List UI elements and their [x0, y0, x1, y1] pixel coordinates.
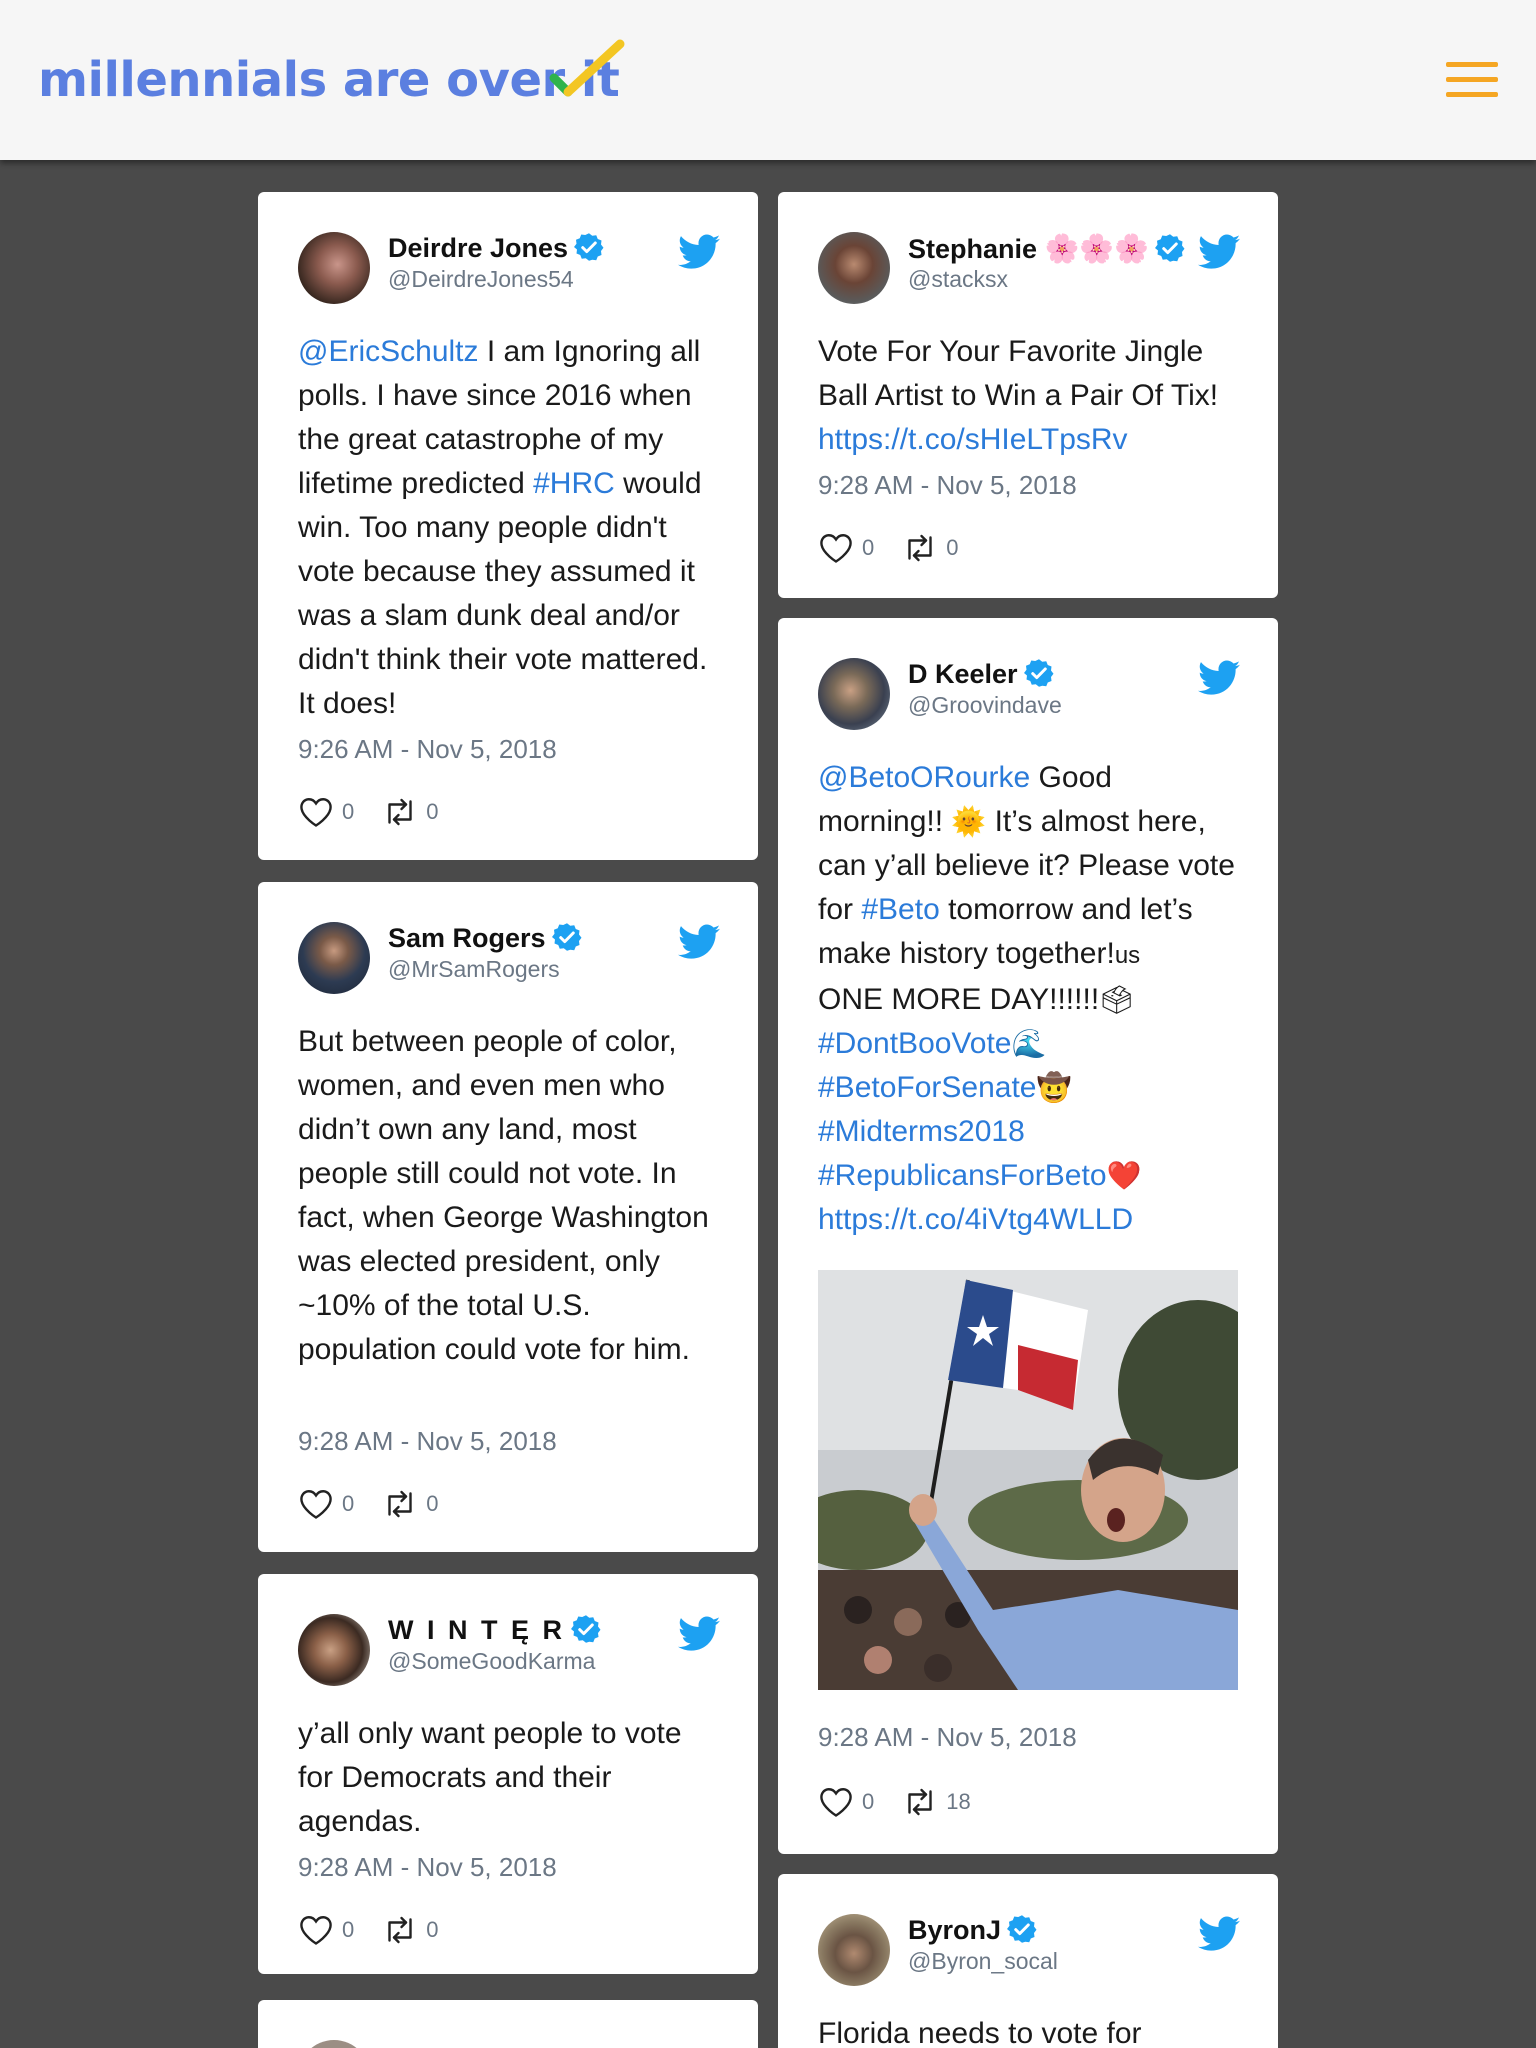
author-handle[interactable]: @MrSamRogers — [388, 956, 560, 983]
sun-emoji: 🌞 — [951, 805, 987, 838]
avatar[interactable] — [298, 232, 370, 304]
twitter-bird-icon[interactable] — [1198, 660, 1240, 696]
verified-icon — [571, 1614, 601, 1644]
flower-emoji: 🌸🌸🌸 — [1044, 232, 1150, 265]
tweet-text: Vote For Your Favorite Jingle Ball Artis… — [818, 335, 1219, 456]
cowboy-emoji: 🤠 — [1036, 1071, 1072, 1104]
retweet-icon — [902, 530, 938, 566]
like-button[interactable]: 0 — [818, 1784, 874, 1820]
hashtag-link[interactable]: #RepublicansForBeto — [818, 1159, 1107, 1192]
heart-icon — [298, 1486, 334, 1522]
url-link[interactable]: https://t.co/sHIeLTpsRv — [818, 423, 1128, 456]
verified-icon — [552, 922, 582, 952]
twitter-bird-icon[interactable] — [1198, 1916, 1240, 1952]
author-handle[interactable]: @Groovindave — [908, 692, 1062, 719]
tweet-text: y’all only want people to vote for Democ… — [298, 1717, 682, 1838]
rally-photo — [818, 1270, 1238, 1690]
tweet-timestamp[interactable]: 9:26 AM - Nov 5, 2018 — [298, 734, 557, 765]
author-handle[interactable]: @stacksx — [908, 266, 1008, 293]
verified-icon — [574, 232, 604, 262]
tweet-text: But between people of color, women, and … — [298, 1025, 709, 1366]
retweet-icon — [382, 794, 418, 830]
avatar[interactable] — [298, 1614, 370, 1686]
top-bar: millennials are over it — [0, 0, 1536, 160]
tweet-actions: 0 0 — [298, 1486, 467, 1522]
tweet-timestamp[interactable]: 9:28 AM - Nov 5, 2018 — [298, 1426, 557, 1457]
avatar[interactable] — [818, 1914, 890, 1986]
like-button[interactable]: 0 — [818, 530, 874, 566]
retweet-button[interactable]: 0 — [382, 794, 439, 830]
tweet-text: @BetoORourke Good morning!! 🌞 It’s almos… — [818, 761, 1235, 1236]
retweet-button[interactable]: 0 — [382, 1486, 439, 1522]
retweet-icon — [382, 1912, 418, 1948]
like-button[interactable]: 0 — [298, 794, 354, 830]
heart-icon — [298, 1912, 334, 1948]
verified-icon — [1155, 233, 1185, 263]
tweet-card — [258, 2000, 758, 2048]
retweet-icon — [382, 1486, 418, 1522]
us-flag-emoji: us — [1114, 942, 1141, 969]
heart-icon — [818, 530, 854, 566]
author-handle[interactable]: @SomeGoodKarma — [388, 1648, 595, 1675]
retweet-button[interactable]: 0 — [902, 530, 959, 566]
retweet-icon — [902, 1784, 938, 1820]
twitter-bird-icon[interactable] — [678, 924, 720, 960]
author-name[interactable]: Deirdre Jones — [388, 232, 604, 264]
tweet-timestamp[interactable]: 9:28 AM - Nov 5, 2018 — [818, 470, 1077, 501]
tweet-card: D Keeler @Groovindave @BetoORourke Good … — [778, 618, 1278, 1854]
avatar[interactable] — [298, 2040, 370, 2048]
author-handle[interactable]: @DeirdreJones54 — [388, 266, 574, 293]
tweet-card: Stephanie 🌸🌸🌸 @stacksx Vote For Your Fav… — [778, 192, 1278, 598]
avatar[interactable] — [818, 658, 890, 730]
like-button[interactable]: 0 — [298, 1486, 354, 1522]
tweet-actions: 0 0 — [298, 1912, 467, 1948]
author-name[interactable]: Sam Rogers — [388, 922, 582, 954]
tweet-timestamp[interactable]: 9:28 AM - Nov 5, 2018 — [298, 1852, 557, 1883]
author-name[interactable]: ByronJ — [908, 1914, 1037, 1946]
tweet-card: Deirdre Jones @DeirdreJones54 @EricSchul… — [258, 192, 758, 860]
twitter-bird-icon[interactable] — [678, 234, 720, 270]
mention-link[interactable]: @BetoORourke — [818, 761, 1030, 794]
hashtag-link[interactable]: #HRC — [533, 467, 615, 500]
ballot-box-emoji: 🗳 — [1099, 983, 1135, 1016]
avatar[interactable] — [818, 232, 890, 304]
twitter-bird-icon[interactable] — [678, 1616, 720, 1652]
tweet-photo[interactable] — [818, 1270, 1238, 1690]
hashtag-link[interactable]: #Midterms2018 — [818, 1115, 1025, 1148]
author-name[interactable]: D Keeler — [908, 658, 1054, 690]
author-handle[interactable]: @Byron_socal — [908, 1948, 1058, 1975]
tweet-card: W I N T Ę R @SomeGoodKarma y’all only wa… — [258, 1574, 758, 1974]
retweet-button[interactable]: 18 — [902, 1784, 971, 1820]
tweet-actions: 0 0 — [818, 530, 987, 566]
hashtag-link[interactable]: #Beto — [861, 893, 939, 926]
twitter-bird-icon[interactable] — [1198, 234, 1240, 270]
tweet-text: Florida needs to vote for — [818, 2017, 1142, 2048]
tweet-timestamp[interactable]: 9:28 AM - Nov 5, 2018 — [818, 1722, 1077, 1753]
author-name[interactable]: Stephanie 🌸🌸🌸 — [908, 232, 1185, 265]
tweet-text: @EricSchultz I am Ignoring all polls. I … — [298, 335, 708, 720]
avatar[interactable] — [298, 922, 370, 994]
like-button[interactable]: 0 — [298, 1912, 354, 1948]
tweet-card: ByronJ @Byron_socal Florida needs to vot… — [778, 1874, 1278, 2048]
retweet-button[interactable]: 0 — [382, 1912, 439, 1948]
author-name[interactable]: W I N T Ę R — [388, 1614, 601, 1646]
url-link[interactable]: https://t.co/4iVtg4WLLD — [818, 1203, 1133, 1236]
heart-icon — [818, 1784, 854, 1820]
tweet-card: Sam Rogers @MrSamRogers But between peop… — [258, 882, 758, 1552]
wave-emoji: 🌊 — [1011, 1027, 1047, 1060]
check-icon — [549, 39, 625, 97]
hashtag-link[interactable]: #BetoForSenate — [818, 1071, 1036, 1104]
heart-icon — [298, 794, 334, 830]
tweet-actions: 0 18 — [818, 1784, 999, 1820]
menu-icon[interactable] — [1446, 62, 1498, 98]
tweet-actions: 0 0 — [298, 794, 467, 830]
mention-link[interactable]: @EricSchultz — [298, 335, 479, 368]
verified-icon — [1024, 658, 1054, 688]
site-title[interactable]: millennials are over it — [38, 52, 620, 108]
hashtag-link[interactable]: #DontBooVote — [818, 1027, 1012, 1060]
verified-icon — [1007, 1914, 1037, 1944]
heart-emoji: ❤️ — [1106, 1159, 1142, 1192]
